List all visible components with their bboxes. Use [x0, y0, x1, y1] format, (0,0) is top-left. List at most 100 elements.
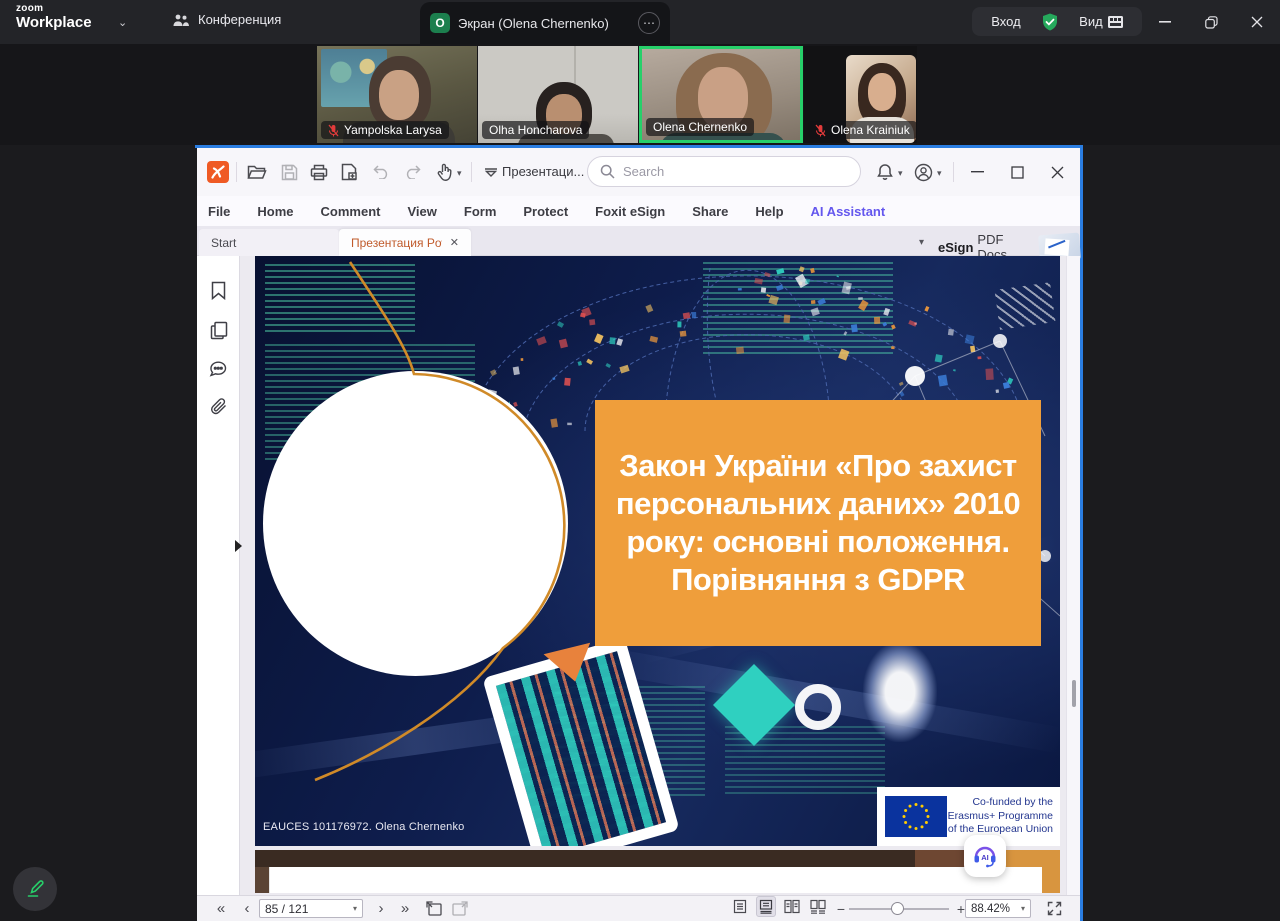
minimize-button[interactable]: [1142, 0, 1188, 44]
hand-tool-caret-icon[interactable]: ▾: [457, 168, 462, 179]
tab-start[interactable]: Start: [199, 229, 339, 256]
view-button[interactable]: Вид: [1079, 14, 1123, 29]
annotate-button[interactable]: [13, 867, 57, 911]
foxit-minimize-button[interactable]: [965, 160, 989, 184]
account-caret-icon[interactable]: ▾: [937, 168, 942, 179]
fullscreen-button[interactable]: [1043, 896, 1065, 921]
participant-name: Olena Chernenko: [646, 118, 754, 136]
last-page-button[interactable]: »: [395, 896, 415, 921]
pdf-slide-page[interactable]: Закон України «Про захист персональних д…: [255, 256, 1060, 846]
next-slide-preview[interactable]: [255, 850, 1060, 893]
menu-comment[interactable]: Comment: [321, 204, 381, 219]
bell-caret-icon[interactable]: ▾: [898, 168, 903, 179]
tab-presentation-label: Презентация Powe...: [351, 236, 442, 250]
video-tile[interactable]: Olena Krainiuk: [804, 46, 917, 143]
tab-close-icon[interactable]: ✕: [450, 236, 459, 249]
tab-presentation[interactable]: Презентация Powe... ✕: [339, 229, 471, 256]
first-page-button[interactable]: «: [211, 896, 231, 921]
tab-more-icon[interactable]: ⋯: [638, 12, 660, 34]
video-tile[interactable]: Olha Honcharova: [478, 46, 638, 143]
zoom-slider-knob[interactable]: [891, 902, 904, 915]
menu-file[interactable]: File: [208, 204, 230, 219]
previous-page-button[interactable]: ‹: [239, 896, 255, 921]
redo-button[interactable]: [401, 160, 425, 184]
foxit-menubar: File Home Comment View Form Protect Foxi…: [197, 196, 1080, 226]
video-tile[interactable]: Yampolska Larysa: [317, 46, 477, 143]
participant-name-text: Olena Krainiuk: [831, 123, 910, 137]
participant-video-strip: Yampolska Larysa Olha Honcharova Olena C…: [0, 44, 1280, 145]
video-tile-active-speaker[interactable]: Olena Chernenko: [639, 46, 803, 143]
restore-button[interactable]: [1188, 0, 1234, 44]
slide-glow-graphic: [863, 642, 937, 742]
menu-form[interactable]: Form: [464, 204, 497, 219]
quick-doc-label[interactable]: Презентаци...: [502, 164, 584, 179]
scrollbar-thumb[interactable]: [1072, 680, 1076, 707]
slide-title-banner: Закон України «Про захист персональних д…: [595, 400, 1041, 646]
screen-tab-label: Экран (Olena Chernenko): [458, 16, 630, 31]
signin-button[interactable]: Вход: [991, 14, 1020, 29]
slide-title: Закон України «Про захист персональних д…: [611, 447, 1025, 600]
view-label: Вид: [1079, 14, 1103, 29]
bookmarks-panel-icon[interactable]: [208, 280, 229, 301]
chevron-down-icon[interactable]: ⌄: [118, 16, 127, 29]
next-slide-body: [269, 867, 1042, 893]
attachments-panel-icon[interactable]: [208, 396, 229, 417]
menu-foxit-esign[interactable]: Foxit eSign: [595, 204, 665, 219]
page-number-box[interactable]: 85 / 121 ▾: [259, 899, 363, 918]
pages-panel-icon[interactable]: [208, 320, 229, 341]
search-box[interactable]: [587, 156, 861, 187]
avatar-face: [868, 73, 896, 111]
screen-share-tab[interactable]: O Экран (Olena Chernenko) ⋯: [420, 2, 670, 44]
create-pdf-button[interactable]: [337, 160, 361, 184]
zoom-titlebar: zoom Workplace ⌄ Конференция O Экран (Ol…: [0, 0, 1280, 44]
menu-view[interactable]: View: [407, 204, 436, 219]
eu-funding-line: of the European Union: [947, 823, 1053, 837]
hand-tool-button[interactable]: [433, 160, 457, 184]
page-caret-icon[interactable]: ▾: [353, 904, 357, 913]
mic-muted-icon: [815, 124, 826, 137]
eu-funding-text: Co-funded by the Erasmus+ Programme of t…: [947, 796, 1060, 837]
menu-ai-assistant[interactable]: AI Assistant: [811, 204, 886, 219]
menu-protect[interactable]: Protect: [523, 204, 568, 219]
next-view-button[interactable]: [449, 896, 471, 921]
single-page-view-button[interactable]: [730, 896, 750, 917]
close-button[interactable]: [1234, 0, 1280, 44]
slide-footer-text: EAUCES 101176972. Olena Chernenko: [263, 821, 464, 833]
foxit-close-button[interactable]: [1045, 160, 1069, 184]
menu-help[interactable]: Help: [755, 204, 783, 219]
foxit-left-panel: [197, 256, 240, 895]
share-border-right: [1080, 145, 1083, 921]
facing-view-button[interactable]: [782, 896, 802, 917]
menu-home[interactable]: Home: [257, 204, 293, 219]
panel-expand-handle[interactable]: [235, 540, 242, 552]
previous-view-button[interactable]: [423, 896, 445, 921]
print-button[interactable]: [307, 160, 331, 184]
vertical-scrollbar[interactable]: [1066, 256, 1080, 895]
foxit-logo: [207, 161, 229, 183]
comments-panel-icon[interactable]: [208, 358, 229, 379]
zoom-out-button[interactable]: −: [834, 896, 848, 921]
menu-share[interactable]: Share: [692, 204, 728, 219]
shield-check-icon[interactable]: [1040, 12, 1060, 32]
collapse-toolbar-icon[interactable]: [479, 160, 503, 184]
facing-continuous-view-button[interactable]: [808, 896, 828, 917]
continuous-view-button[interactable]: [756, 896, 776, 917]
document-view: Закон України «Про захист персональних д…: [197, 256, 1080, 895]
search-icon: [600, 164, 615, 179]
undo-button[interactable]: [369, 160, 393, 184]
ai-assistant-fab[interactable]: AI: [964, 835, 1006, 877]
foxit-maximize-button[interactable]: [1005, 160, 1029, 184]
zoom-caret-icon[interactable]: ▾: [1021, 904, 1025, 913]
divider: [236, 162, 237, 182]
nav-meeting-tab[interactable]: Конференция: [172, 12, 281, 27]
next-page-button[interactable]: ›: [373, 896, 389, 921]
next-slide-left-edge: [255, 867, 269, 893]
open-file-button[interactable]: [245, 160, 269, 184]
foxit-statusbar: « ‹ 85 / 121 ▾ › » − + 88.42%: [197, 895, 1080, 921]
notifications-bell-icon[interactable]: [873, 160, 897, 184]
account-icon[interactable]: [911, 160, 935, 184]
zoom-level-box[interactable]: 88.42% ▾: [965, 899, 1031, 918]
save-button[interactable]: [277, 160, 301, 184]
tab-list-caret-icon[interactable]: ▾: [919, 237, 924, 248]
search-input[interactable]: [623, 164, 823, 179]
